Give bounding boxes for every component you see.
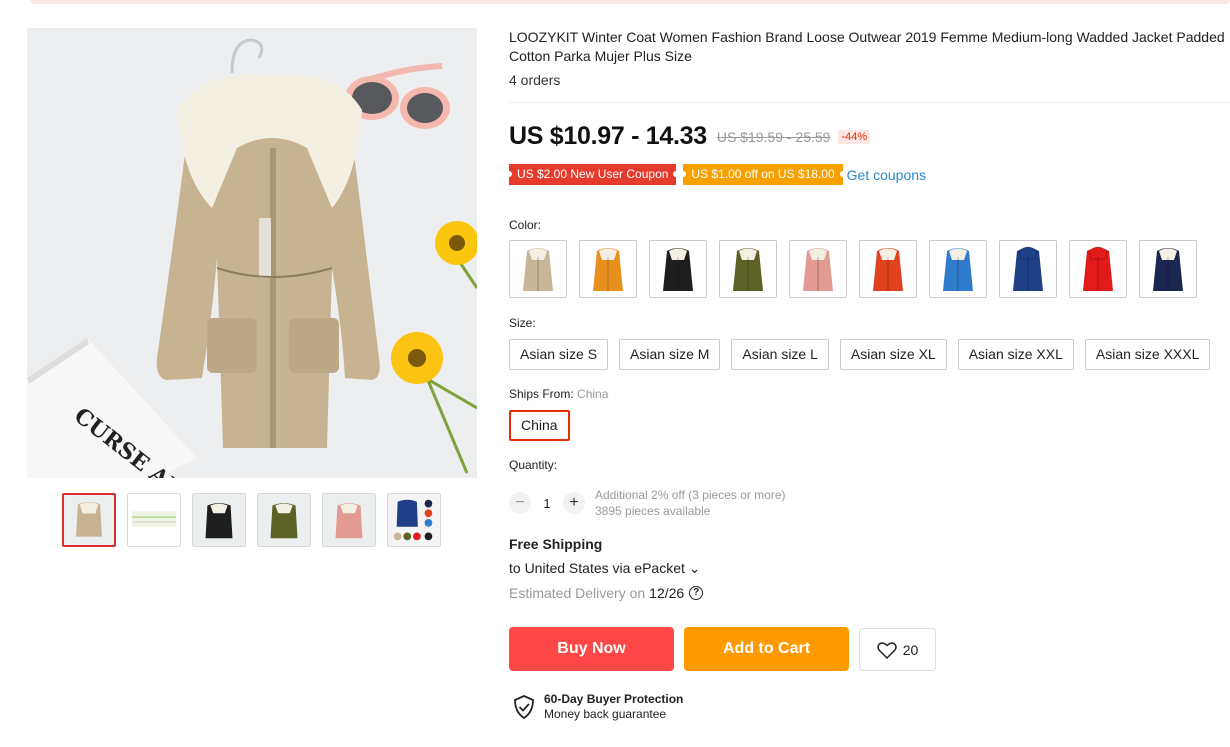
delivery-label: Estimated Delivery on: [509, 585, 646, 601]
shipping-method-text: to United States via ePacket: [509, 560, 685, 576]
color-swatch-red-hooded[interactable]: [1069, 240, 1127, 298]
new-user-coupon[interactable]: US $2.00 New User Coupon: [505, 164, 680, 185]
size-option-l[interactable]: Asian size L: [731, 339, 829, 370]
thumbnail-6[interactable]: [387, 493, 441, 547]
size-option-xxl[interactable]: Asian size XXL: [957, 339, 1074, 370]
protection-text: 60-Day Buyer Protection Money back guara…: [544, 692, 683, 722]
protection-subtitle: Money back guarantee: [544, 707, 667, 721]
coat-thumbnail-icon: [1083, 246, 1113, 291]
chevron-down-icon: ⌄: [688, 560, 701, 576]
coat-thumbnail-icon: [593, 248, 623, 291]
help-icon[interactable]: ?: [689, 586, 704, 600]
top-divider: [30, 0, 1230, 4]
color-swatch-dark-navy[interactable]: [1139, 240, 1197, 298]
color-swatch-blue[interactable]: [929, 240, 987, 298]
shield-check-icon: [514, 695, 534, 719]
main-product-image[interactable]: CURSE ALLTTLE AND ARE: [27, 28, 477, 478]
coat-thumbnail-icon: [663, 248, 693, 291]
protection-title: 60-Day Buyer Protection: [544, 692, 684, 706]
wishlist-button[interactable]: 20: [859, 628, 936, 671]
coat-thumbnail-icon: [1153, 248, 1183, 291]
thumbnail-1[interactable]: [62, 493, 116, 547]
color-label: Color:: [509, 218, 542, 232]
quantity-decrease-button[interactable]: −: [509, 492, 531, 514]
coupon-row: US $2.00 New User Coupon US $1.00 off on…: [505, 164, 926, 185]
add-to-cart-button[interactable]: Add to Cart: [684, 627, 849, 671]
ships-from-option-china[interactable]: China: [509, 410, 570, 441]
ships-from-title: Ships From:: [509, 387, 574, 401]
coat-thumbnail-icon: [943, 248, 973, 291]
thumbnail-3[interactable]: [192, 493, 246, 547]
discount-badge: -44%: [838, 129, 871, 144]
buy-now-button[interactable]: Buy Now: [509, 627, 674, 671]
stock-available: 3895 pieces available: [595, 504, 711, 518]
coat-thumbnail-icon: [803, 248, 833, 291]
thumbnail-5[interactable]: [322, 493, 376, 547]
color-swatch-navy-hooded[interactable]: [999, 240, 1057, 298]
price-row: US $10.97 - 14.33 US $19.59 - 25.59 -44%: [509, 122, 871, 151]
ships-from-label: Ships From: China: [509, 387, 608, 401]
coat-thumbnail-icon: [733, 248, 763, 291]
heart-icon: [876, 641, 897, 659]
shipping-method-selector[interactable]: to United States via ePacket ⌄: [509, 560, 701, 577]
color-swatch-black[interactable]: [649, 240, 707, 298]
size-option-xxxl[interactable]: Asian size XXXL: [1084, 339, 1211, 370]
size-options: Asian size S Asian size M Asian size L A…: [509, 339, 1211, 370]
size-option-s[interactable]: Asian size S: [509, 339, 609, 370]
order-count: 4 orders: [509, 72, 561, 88]
current-price: US $10.97 - 14.33: [509, 122, 707, 150]
color-swatch-pink[interactable]: [789, 240, 847, 298]
ships-from-value: China: [577, 387, 609, 401]
estimated-delivery: Estimated Delivery on 12/26 ?: [509, 585, 704, 601]
color-swatch-red-orange[interactable]: [859, 240, 917, 298]
thumbnail-2[interactable]: [127, 493, 181, 547]
color-swatch-khaki[interactable]: [509, 240, 567, 298]
get-coupons-link[interactable]: Get coupons: [847, 167, 926, 183]
coat-thumbnail-icon: [1013, 246, 1043, 291]
product-title: LOOZYKIT Winter Coat Women Fashion Brand…: [509, 29, 1225, 64]
bulk-discount-note: Additional 2% off (3 pieces or more): [595, 488, 786, 502]
coat-thumbnail-icon: [523, 248, 553, 291]
color-options: [509, 240, 1197, 298]
size-option-m[interactable]: Asian size M: [619, 339, 721, 370]
delivery-date: 12/26: [649, 585, 685, 601]
quantity-note: Additional 2% off (3 pieces or more) 389…: [595, 487, 786, 519]
quantity-increase-button[interactable]: +: [563, 492, 585, 514]
size-label: Size:: [509, 316, 536, 330]
free-shipping-title: Free Shipping: [509, 536, 603, 552]
color-swatch-orange[interactable]: [579, 240, 637, 298]
divider: [509, 102, 1230, 103]
product-info: LOOZYKIT Winter Coat Women Fashion Brand…: [509, 28, 1230, 88]
wishlist-count: 20: [902, 641, 919, 658]
buyer-protection: 60-Day Buyer Protection Money back guara…: [513, 692, 683, 722]
original-price: US $19.59 - 25.59: [716, 128, 831, 145]
thumbnail-strip: [62, 493, 441, 547]
quantity-label: Quantity:: [509, 458, 558, 472]
quantity-stepper: − 1 + Additional 2% off (3 pieces or mor…: [509, 487, 786, 519]
store-coupon[interactable]: US $1.00 off on US $18.00: [680, 164, 846, 185]
size-option-xl[interactable]: Asian size XL: [839, 339, 947, 370]
coat-thumbnail-icon: [873, 248, 903, 291]
color-swatch-army-green[interactable]: [719, 240, 777, 298]
thumbnail-4[interactable]: [257, 493, 311, 547]
quantity-value[interactable]: 1: [531, 496, 563, 511]
